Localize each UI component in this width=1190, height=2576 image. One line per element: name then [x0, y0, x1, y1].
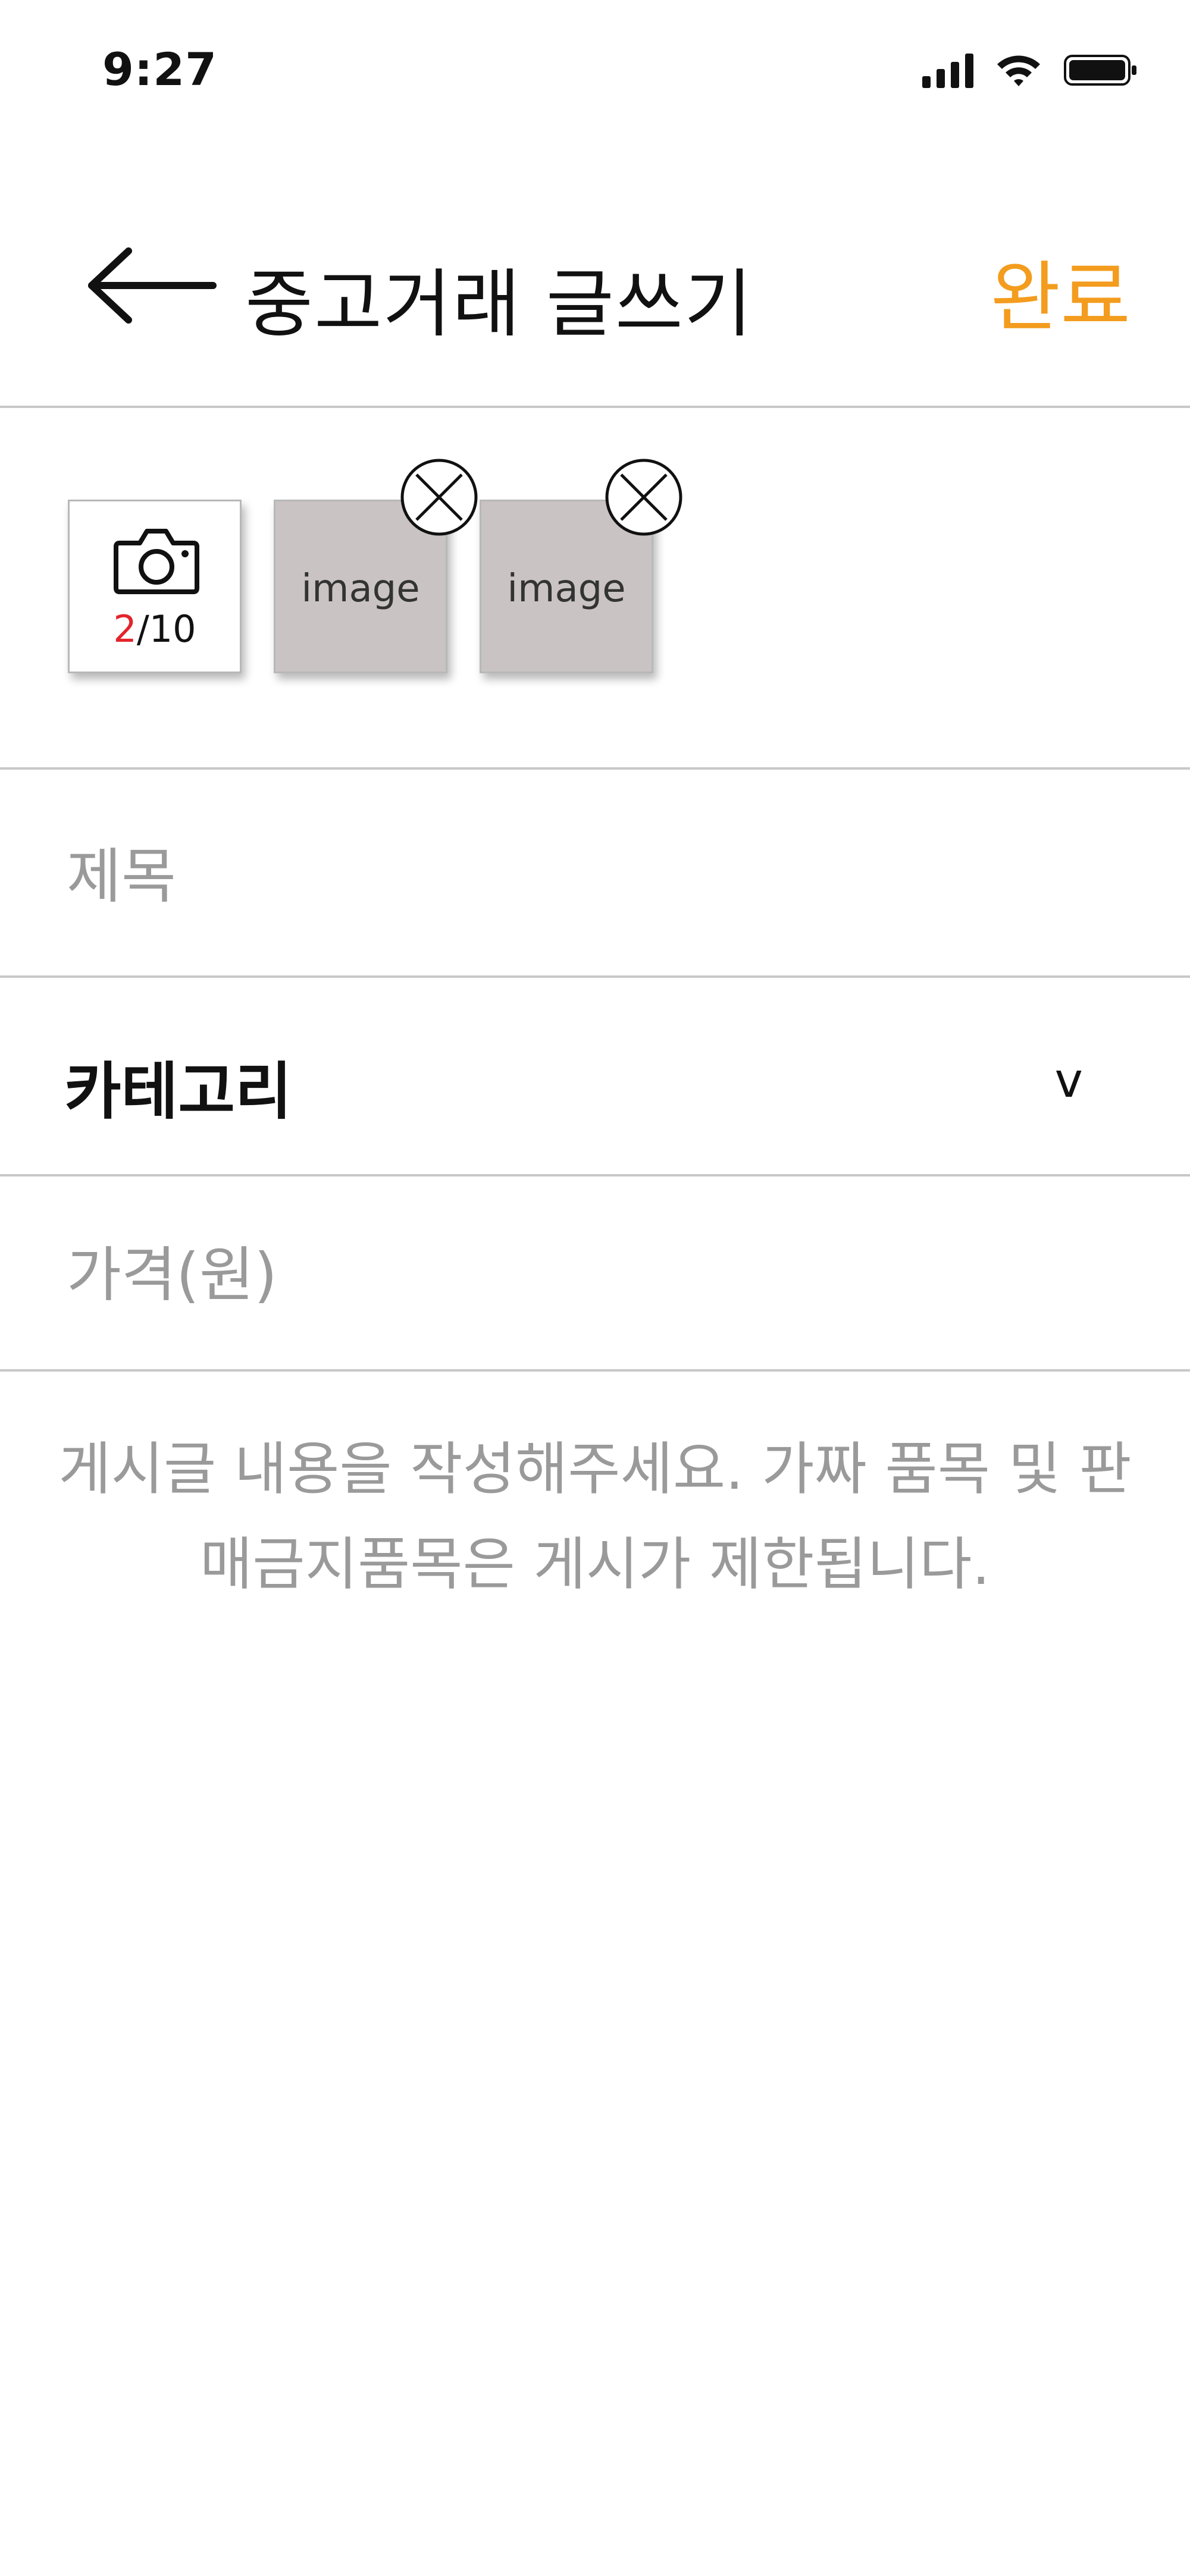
app-header: 중고거래 글쓰기 완료: [0, 202, 1190, 404]
page-title: 중고거래 글쓰기: [245, 262, 753, 347]
remove-photo-button[interactable]: [400, 458, 478, 536]
header-divider: [0, 406, 1190, 408]
category-select[interactable]: 카테고리 v: [0, 978, 1190, 1174]
content-textarea[interactable]: [36, 1422, 1154, 2492]
close-circle-icon: [605, 459, 682, 536]
photo-thumbnail-label: image: [507, 567, 626, 611]
photo-count-total: /10: [136, 607, 196, 651]
battery-icon: [1064, 52, 1138, 88]
back-button[interactable]: [83, 238, 220, 333]
photo-thumbnail-label: image: [301, 567, 420, 611]
arrow-left-icon: [88, 247, 217, 324]
remove-photo-button[interactable]: [605, 458, 683, 536]
chevron-down-icon: v: [1054, 1053, 1083, 1108]
title-input[interactable]: [67, 837, 1078, 915]
status-bar: 9:27: [0, 0, 1190, 143]
category-label: 카테고리: [64, 1055, 292, 1128]
close-circle-icon: [400, 459, 478, 536]
price-divider: [0, 1369, 1190, 1372]
photos-divider: [0, 767, 1190, 770]
photo-count-current: 2: [113, 607, 137, 651]
status-icons: [922, 52, 1138, 88]
price-input[interactable]: [67, 1236, 1078, 1313]
cellular-signal-icon: [922, 52, 973, 88]
add-photo-button[interactable]: 2/10: [68, 500, 242, 673]
done-button[interactable]: 완료: [990, 236, 1130, 346]
status-time: 9:27: [102, 43, 218, 96]
category-divider: [0, 1174, 1190, 1176]
camera-icon: [114, 529, 199, 594]
wifi-icon: [995, 52, 1042, 88]
photo-count: 2/10: [70, 607, 240, 651]
